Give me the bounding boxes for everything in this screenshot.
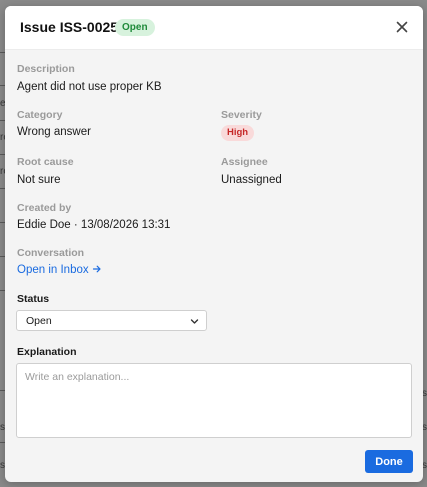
description-label: Description — [17, 63, 75, 75]
description-value: Agent did not use proper KB — [17, 81, 162, 93]
open-in-inbox-link[interactable]: Open in Inbox — [17, 264, 102, 276]
assignee-label: Assignee — [221, 156, 268, 168]
status-select[interactable]: Open — [16, 310, 207, 331]
conversation-label: Conversation — [17, 247, 85, 259]
open-in-inbox-label: Open in Inbox — [17, 264, 89, 276]
done-button[interactable]: Done — [365, 450, 413, 473]
modal-title: Issue ISS-0025 — [20, 19, 119, 35]
modal-header: Issue ISS-0025 Open — [5, 6, 423, 50]
created-by-label: Created by — [17, 202, 72, 214]
chevron-down-icon — [190, 319, 199, 324]
close-icon — [396, 21, 408, 33]
root-cause-value: Not sure — [17, 174, 61, 186]
explanation-textarea[interactable] — [16, 363, 412, 438]
category-label: Category — [17, 109, 63, 121]
status-label: Status — [17, 293, 50, 305]
severity-badge: High — [221, 125, 255, 141]
category-value: Wrong answer — [17, 126, 91, 138]
created-by-value: Eddie Doe · 13/08/2026 13:31 — [17, 219, 171, 231]
assignee-value: Unassigned — [221, 174, 282, 186]
root-cause-label: Root cause — [17, 156, 74, 168]
status-badge: Open — [115, 19, 155, 36]
arrow-right-icon — [92, 265, 101, 273]
issue-detail-modal: Issue ISS-0025 Open Description Agent di… — [5, 6, 423, 482]
close-button[interactable] — [393, 18, 411, 36]
explanation-label: Explanation — [17, 346, 77, 358]
severity-label: Severity — [221, 109, 262, 121]
status-select-value: Open — [26, 315, 52, 327]
